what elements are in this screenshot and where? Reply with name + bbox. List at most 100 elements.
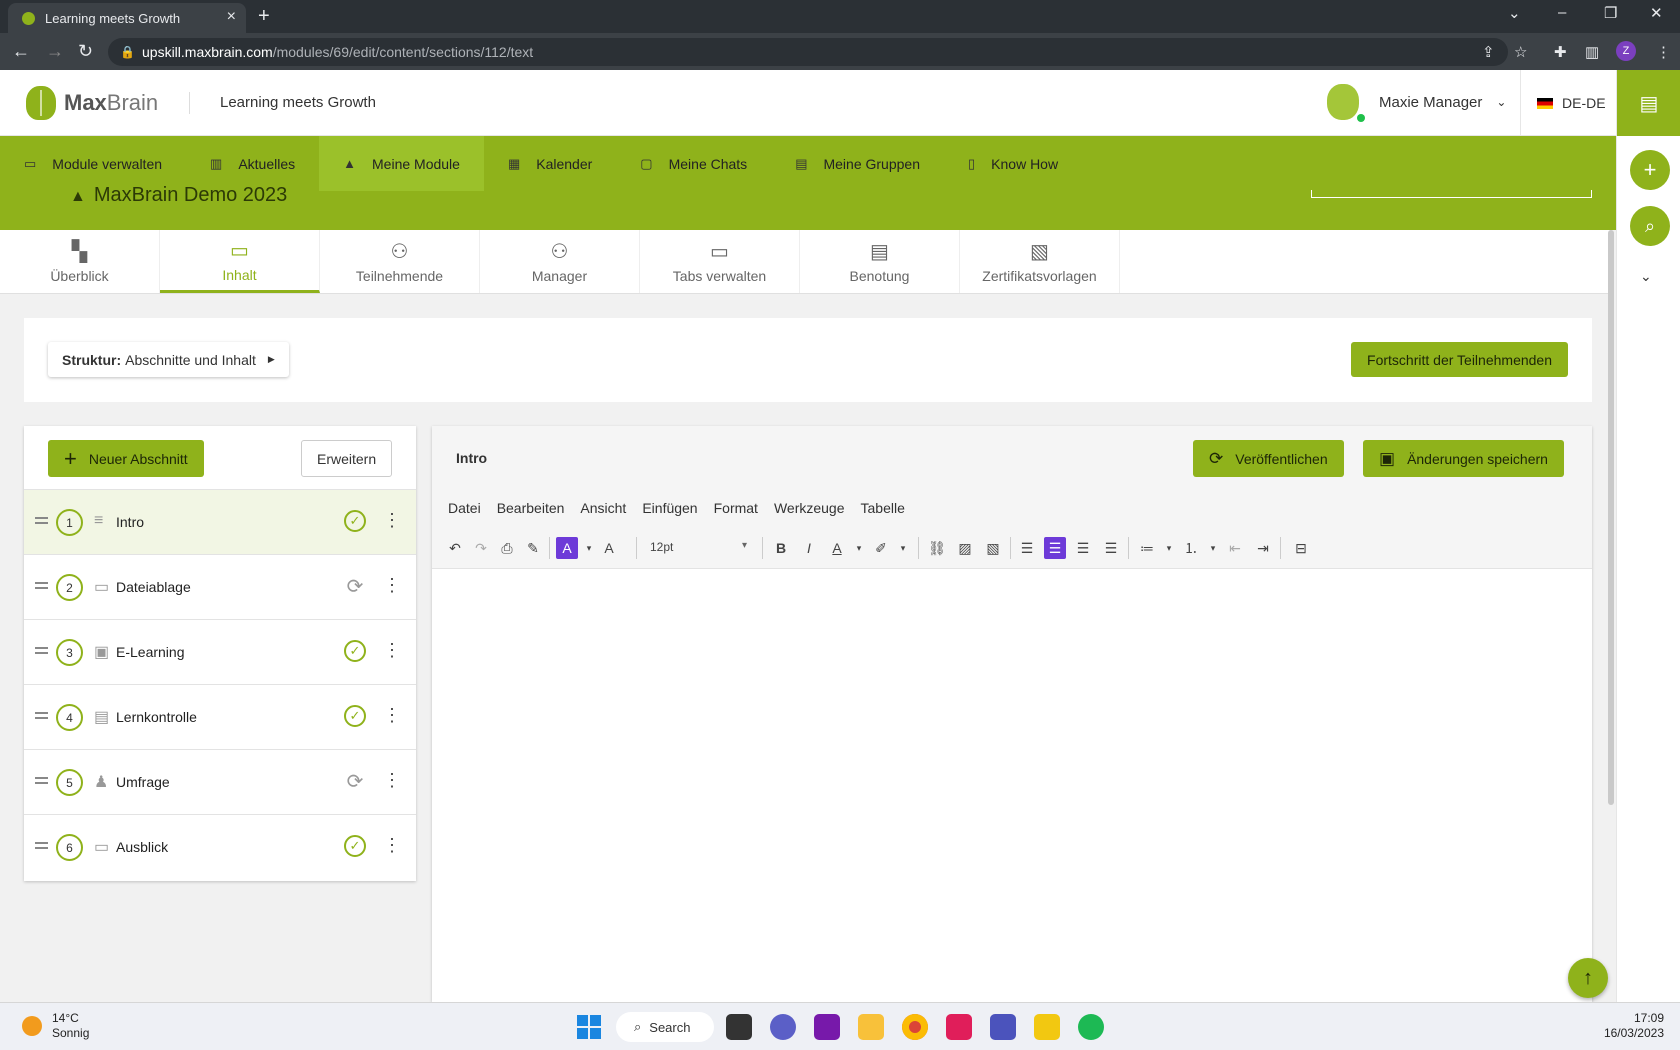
chevron-down-icon[interactable]: ▾ <box>1202 537 1224 559</box>
section-row[interactable]: 1 ≡ Intro ✓ ⋮ <box>24 489 416 554</box>
reload-icon[interactable]: ↻ <box>78 41 93 62</box>
chevron-down-icon[interactable]: ▾ <box>848 537 870 559</box>
chat-panel-button[interactable]: ▤ <box>1617 70 1680 136</box>
teams-icon[interactable] <box>990 1014 1016 1040</box>
redo-icon[interactable]: ↷ <box>470 537 492 559</box>
content-tab[interactable]: ▭ Tabs verwalten <box>640 230 800 293</box>
miro-icon[interactable] <box>1034 1014 1060 1040</box>
drag-handle-icon[interactable] <box>35 517 48 524</box>
section-row[interactable]: 2 ▭ Dateiablage ⟳ ⋮ <box>24 554 416 619</box>
numbered-list-icon[interactable]: ⒈ <box>1180 537 1202 559</box>
taskbar-search[interactable]: ⌕ Search <box>616 1012 714 1042</box>
maxbrain-logo[interactable]: Max Brain <box>26 86 158 120</box>
editor-menu-item[interactable]: Einfügen <box>642 500 697 516</box>
search-button[interactable]: ⌕ <box>1630 206 1670 246</box>
italic-icon[interactable]: I <box>798 537 820 559</box>
save-changes-button[interactable]: ▣ Änderungen speichern <box>1363 440 1564 477</box>
chevron-down-icon[interactable]: ▾ <box>742 540 747 551</box>
content-tab[interactable]: ▤ Benotung <box>800 230 960 293</box>
section-row[interactable]: 5 ♟ Umfrage ⟳ ⋮ <box>24 749 416 814</box>
more-options-icon[interactable]: ⋮ <box>383 835 401 856</box>
drag-handle-icon[interactable] <box>35 647 48 654</box>
font-size-select[interactable]: 12pt <box>650 540 673 554</box>
clock[interactable]: 17:09 16/03/2023 <box>1604 1011 1664 1041</box>
editor-menu-item[interactable]: Format <box>714 500 758 516</box>
chrome-icon[interactable] <box>902 1014 928 1040</box>
chat-app-icon[interactable] <box>770 1014 796 1040</box>
section-row[interactable]: 3 ▣ E-Learning ✓ ⋮ <box>24 619 416 684</box>
image-icon[interactable]: ▨ <box>954 537 976 559</box>
bold-icon[interactable]: B <box>770 537 792 559</box>
align-justify-icon[interactable]: ☰ <box>1100 537 1122 559</box>
section-row[interactable]: 6 ▭ Ausblick ✓ ⋮ <box>24 814 416 879</box>
task-view-icon[interactable] <box>726 1014 752 1040</box>
nav-item[interactable]: ▲ Meine Module <box>319 136 484 191</box>
nav-item[interactable]: ▤ Meine Gruppen <box>771 136 944 191</box>
user-menu[interactable]: Maxie Manager ⌄ <box>1327 84 1506 122</box>
add-button[interactable]: + <box>1630 150 1670 190</box>
chevron-down-icon[interactable]: ▾ <box>892 537 914 559</box>
more-options-icon[interactable]: ⋮ <box>383 705 401 726</box>
browser-menu-icon[interactable]: ⋮ <box>1656 43 1671 61</box>
drag-handle-icon[interactable] <box>35 582 48 589</box>
align-left-icon[interactable]: ☰ <box>1016 537 1038 559</box>
more-options-icon[interactable]: ⋮ <box>383 640 401 661</box>
nav-item[interactable]: ▦ Kalender <box>484 136 616 191</box>
more-options-icon[interactable]: ⋮ <box>383 575 401 596</box>
new-section-button[interactable]: + Neuer Abschnitt <box>48 440 204 477</box>
content-tab[interactable]: ▧ Zertifikatsvorlagen <box>960 230 1120 293</box>
content-tab[interactable]: ⚇ Teilnehmende <box>320 230 480 293</box>
undo-icon[interactable]: ↶ <box>444 537 466 559</box>
language-selector[interactable]: DE-DE <box>1520 70 1616 136</box>
nav-item[interactable]: ▢ Meine Chats <box>616 136 771 191</box>
align-center-icon[interactable]: ☰ <box>1044 537 1066 559</box>
spotify-icon[interactable] <box>1078 1014 1104 1040</box>
editor-menu-item[interactable]: Tabelle <box>861 500 905 516</box>
url-field[interactable]: 🔒 upskill.maxbrain.com/modules/69/edit/c… <box>108 38 1508 66</box>
format-painter-icon[interactable]: ✎ <box>522 537 544 559</box>
chevron-down-icon[interactable]: ⌄ <box>1640 268 1652 285</box>
tab-search-chevron-icon[interactable]: ⌄ <box>1508 4 1521 22</box>
chevron-down-icon[interactable]: ▾ <box>1158 537 1180 559</box>
section-row[interactable]: 4 ▤ Lernkontrolle ✓ ⋮ <box>24 684 416 749</box>
editor-content-area[interactable] <box>432 569 1592 1002</box>
more-options-icon[interactable]: ⋮ <box>383 770 401 791</box>
media-icon[interactable]: ▧ <box>982 537 1004 559</box>
structure-dropdown[interactable]: Struktur: Abschnitte und Inhalt ▶ <box>48 342 289 377</box>
publish-button[interactable]: ⟳ Veröffentlichen <box>1193 440 1344 477</box>
link-icon[interactable]: ⛓ <box>926 537 948 559</box>
participant-progress-button[interactable]: Fortschritt der Teilnehmenden <box>1351 342 1568 377</box>
drag-handle-icon[interactable] <box>35 777 48 784</box>
editor-menu-item[interactable]: Ansicht <box>580 500 626 516</box>
content-tab[interactable]: ⚇ Manager <box>480 230 640 293</box>
new-tab-icon[interactable]: + <box>258 5 270 28</box>
content-tab[interactable]: ▭ Inhalt <box>160 230 320 293</box>
editor-menu-item[interactable]: Werkzeuge <box>774 500 845 516</box>
bookmark-star-icon[interactable]: ☆ <box>1514 43 1527 61</box>
extensions-icon[interactable]: ✚ <box>1554 43 1567 61</box>
side-panel-icon[interactable]: ▥ <box>1585 43 1599 61</box>
page-scrollbar[interactable] <box>1608 230 1614 805</box>
text-color-icon[interactable]: A <box>826 537 848 559</box>
indent-icon[interactable]: ⇥ <box>1252 537 1274 559</box>
browser-tab[interactable]: Learning meets Growth × <box>8 3 246 33</box>
outdent-icon[interactable]: ⇤ <box>1224 537 1246 559</box>
nav-item[interactable]: ▥ Aktuelles <box>186 136 319 191</box>
page-break-icon[interactable]: ⊟ <box>1290 537 1312 559</box>
drag-handle-icon[interactable] <box>35 842 48 849</box>
close-tab-icon[interactable]: × <box>227 8 236 26</box>
editor-menu-item[interactable]: Datei <box>448 500 481 516</box>
nav-item[interactable]: ▯ Know How <box>944 136 1082 191</box>
editor-menu-item[interactable]: Bearbeiten <box>497 500 565 516</box>
close-window-icon[interactable]: ✕ <box>1650 4 1663 22</box>
expand-button[interactable]: Erweitern <box>301 440 393 477</box>
file-explorer-icon[interactable] <box>858 1014 884 1040</box>
weather-widget[interactable]: 14°C Sonnig <box>22 1011 89 1041</box>
chevron-down-icon[interactable]: ▾ <box>578 537 600 559</box>
spellcheck-options-icon[interactable]: A <box>598 537 620 559</box>
content-tab[interactable]: ▚ Überblick <box>0 230 160 293</box>
spellcheck-icon[interactable]: A <box>556 537 578 559</box>
restore-icon[interactable]: ❐ <box>1604 4 1617 22</box>
forward-icon[interactable]: → <box>46 41 64 62</box>
more-options-icon[interactable]: ⋮ <box>383 510 401 531</box>
